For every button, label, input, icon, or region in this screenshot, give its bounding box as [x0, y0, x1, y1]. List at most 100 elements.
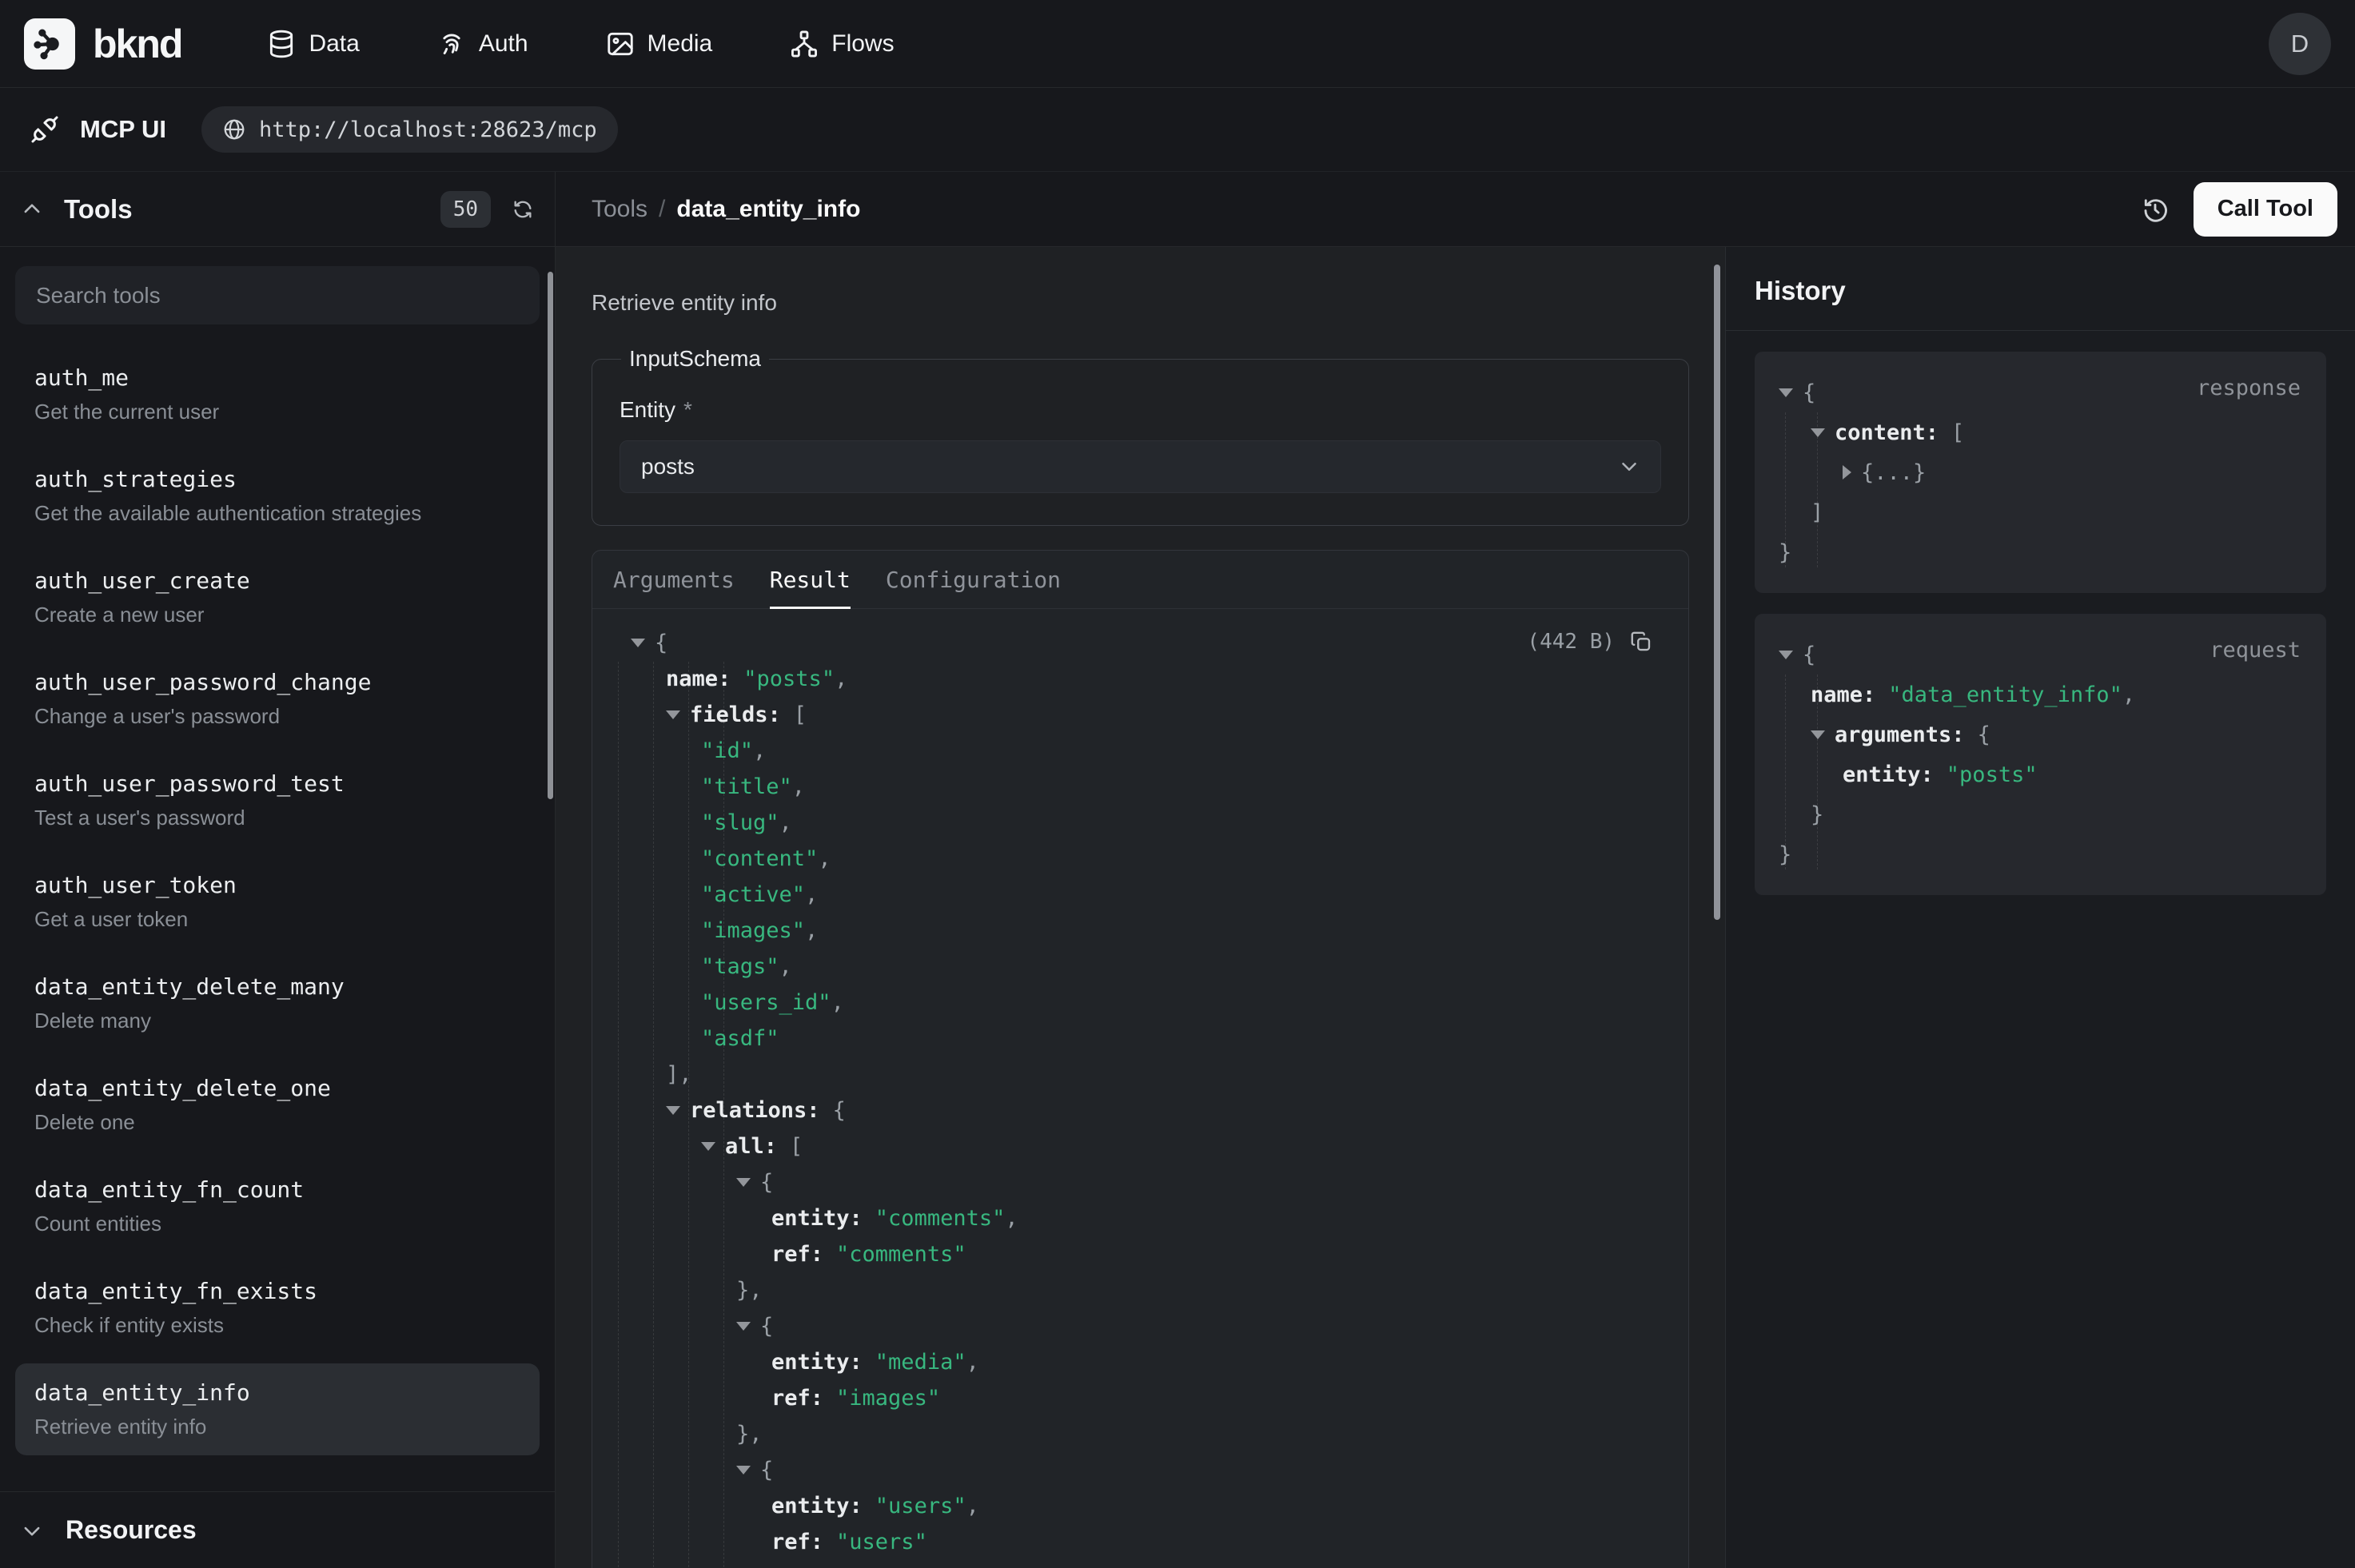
app-window: bknd Data Auth Media Flows D MCP UI http://… [0, 0, 2355, 1568]
tool-list-item[interactable]: data_entity_infoRetrieve entity info [15, 1363, 540, 1455]
mcp-url-pill: http://localhost:28623/mcp [201, 106, 618, 153]
main-scrollbar[interactable] [1714, 265, 1720, 920]
json-line: "id", [612, 733, 1656, 769]
nav-item-media[interactable]: Media [605, 29, 713, 59]
tool-list-item[interactable]: auth_user_password_test Test a user's pas… [15, 754, 540, 846]
brand-logo[interactable]: bknd [24, 18, 181, 70]
json-string: "comments" [875, 1206, 1006, 1231]
tool-description: Test a user's password [34, 806, 520, 830]
json-string: "images" [701, 918, 805, 943]
tool-name: auth_user_password_change [34, 669, 520, 695]
json-line: entity:"users", [612, 1488, 1656, 1524]
json-punct: [ [790, 1134, 803, 1159]
json-string: "content" [701, 846, 818, 871]
tab-result[interactable]: Result [770, 551, 851, 608]
result-meta: (442 B) [1527, 630, 1653, 654]
collapse-toggle-icon[interactable] [736, 1322, 751, 1331]
history-entry-card[interactable]: request{name:"data_entity_info",argument… [1755, 614, 2326, 895]
collapse-toggle-icon[interactable] [736, 1466, 751, 1474]
json-key: content: [1835, 420, 1939, 445]
json-string: "users_id" [701, 990, 831, 1015]
json-punct: [ [1951, 420, 1964, 445]
json-punct: ], [666, 1062, 692, 1087]
chevron-up-icon[interactable] [21, 198, 43, 221]
json-punct: , [966, 1494, 979, 1518]
collapse-toggle-icon[interactable] [1779, 651, 1793, 659]
tool-list-item[interactable]: auth_user_password_change Change a user's… [15, 653, 540, 745]
breadcrumb-section[interactable]: Tools [592, 196, 648, 223]
collapse-toggle-icon[interactable] [631, 639, 645, 647]
json-line: { [1779, 372, 2302, 412]
collapse-toggle-icon[interactable] [1811, 428, 1825, 437]
json-line: { [612, 1164, 1656, 1200]
history-entry-json: {content:[{...}]} [1779, 372, 2302, 572]
json-punct: }, [736, 1278, 763, 1303]
json-line: "slug", [612, 805, 1656, 841]
json-punct: ] [1811, 500, 1823, 525]
sidebar-scrollbar[interactable] [548, 272, 553, 799]
avatar[interactable]: D [2269, 13, 2331, 75]
tab-arguments[interactable]: Arguments [613, 551, 735, 608]
collapse-toggle-icon[interactable] [1811, 730, 1825, 739]
json-string: "posts" [1947, 762, 2038, 787]
entity-select[interactable]: posts [620, 440, 1661, 493]
refresh-tools-button[interactable] [512, 198, 534, 221]
json-line: { [1779, 635, 2302, 675]
json-line: name:"posts", [612, 661, 1656, 697]
json-punct: { [760, 1314, 773, 1339]
json-key: name: [666, 667, 731, 691]
tool-list-item[interactable]: auth_strategiesGet the available authent… [15, 450, 540, 542]
tool-name: data_entity_fn_count [34, 1176, 520, 1203]
json-line: } [1779, 794, 2302, 834]
tab-configuration[interactable]: Configuration [886, 551, 1061, 608]
json-key: name: [1811, 683, 1875, 707]
json-line: "tags", [612, 949, 1656, 985]
resources-section-header[interactable]: Resources [0, 1491, 555, 1568]
history-button[interactable] [2141, 195, 2170, 224]
json-punct: , [1005, 1206, 1018, 1231]
json-punct: { [655, 631, 667, 655]
json-punct: , [805, 918, 818, 943]
json-string: "data_entity_info" [1888, 683, 2122, 707]
tool-name: auth_user_token [34, 872, 520, 898]
nav-item-flows[interactable]: Flows [789, 29, 894, 59]
collapse-toggle-icon[interactable] [736, 1178, 751, 1187]
nav-item-data[interactable]: Data [266, 29, 359, 59]
tool-list-item[interactable]: data_entity_delete_manyDelete many [15, 957, 540, 1049]
tool-header-bar: Tools / data_entity_info Call Tool [556, 172, 2355, 247]
nav-item-auth[interactable]: Auth [436, 29, 528, 59]
tool-list-item[interactable]: data_entity_fn_existsCheck if entity exi… [15, 1262, 540, 1354]
collapse-toggle-icon[interactable] [1779, 388, 1793, 397]
json-string: "asdf" [701, 1026, 779, 1051]
tool-list-item[interactable]: data_entity_delete_oneDelete one [15, 1059, 540, 1151]
search-input[interactable] [15, 266, 540, 324]
tool-list-item[interactable]: auth_meGet the current user [15, 348, 540, 440]
json-line: arguments:{ [1779, 714, 2302, 754]
json-line: "images", [612, 913, 1656, 949]
copy-icon[interactable] [1629, 630, 1653, 654]
tool-list-item[interactable]: auth_user_createCreate a new user [15, 551, 540, 643]
call-tool-button[interactable]: Call Tool [2194, 182, 2337, 237]
tool-name: auth_user_password_test [34, 770, 520, 797]
json-line: ], [612, 1057, 1656, 1092]
tool-list-item[interactable]: auth_user_tokenGet a user token [15, 856, 540, 948]
tool-description: Delete one [34, 1110, 520, 1135]
tool-list-item[interactable]: data_entity_fn_countCount entities [15, 1160, 540, 1252]
tool-description: Change a user's password [34, 704, 520, 729]
json-punct: , [753, 738, 766, 763]
json-string: "title" [701, 774, 792, 799]
json-punct: { [1803, 380, 1815, 405]
collapse-toggle-icon[interactable] [666, 710, 680, 719]
mcp-title: MCP UI [80, 115, 166, 144]
json-key: ref: [771, 1386, 823, 1411]
json-key: ref: [771, 1530, 823, 1554]
json-key: arguments: [1835, 722, 1965, 747]
collapse-toggle-icon[interactable] [701, 1142, 715, 1151]
json-string: "slug" [701, 810, 779, 835]
history-entry-card[interactable]: response{content:[{...}]} [1755, 352, 2326, 593]
expand-toggle-icon[interactable] [1843, 465, 1851, 480]
collapse-toggle-icon[interactable] [666, 1106, 680, 1115]
tools-header: Tools 50 [0, 172, 555, 247]
nav-items: Data Auth Media Flows [266, 29, 894, 59]
json-line: { [612, 1452, 1656, 1488]
